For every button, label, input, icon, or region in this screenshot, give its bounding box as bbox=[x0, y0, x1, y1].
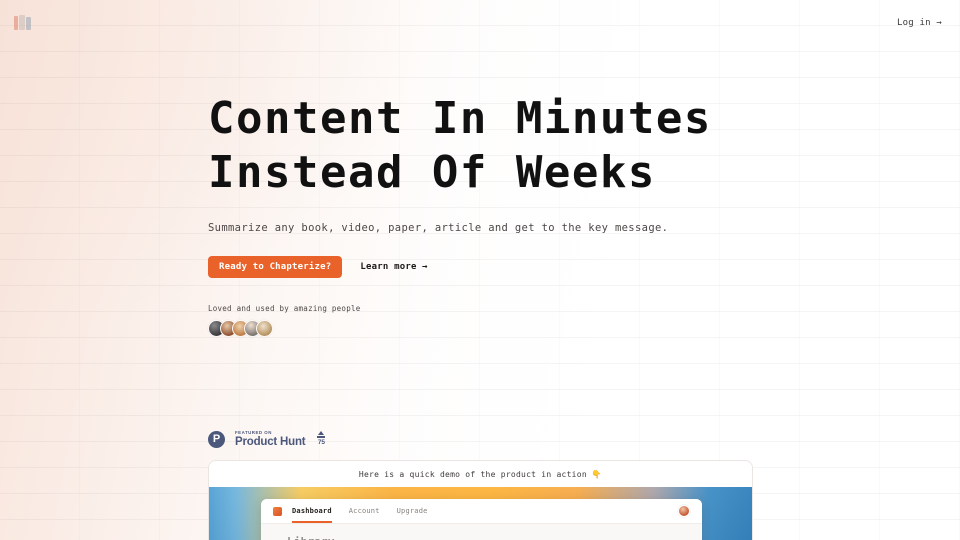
product-hunt-upvotes: 75 bbox=[317, 431, 326, 447]
product-hunt-logo-icon: P bbox=[208, 430, 225, 448]
avatar-group bbox=[208, 320, 828, 337]
upvote-caret-base bbox=[317, 436, 326, 438]
tab-upgrade[interactable]: Upgrade bbox=[397, 507, 428, 520]
tab-dashboard[interactable]: Dashboard bbox=[292, 507, 332, 523]
upvote-count: 75 bbox=[317, 438, 326, 446]
product-hunt-name: Product Hunt bbox=[235, 436, 306, 448]
logo-bar-left bbox=[14, 15, 18, 30]
upvote-caret-icon bbox=[318, 431, 325, 436]
headline-line-1: Content In Minutes bbox=[208, 93, 712, 144]
pointing-down-icon: 👇 bbox=[591, 469, 603, 479]
hero-section: Content In Minutes Instead Of Weeks Summ… bbox=[208, 92, 828, 337]
demo-caption: Here is a quick demo of the product in a… bbox=[209, 461, 752, 487]
tab-account[interactable]: Account bbox=[349, 507, 380, 520]
top-navigation-bar: Log in → bbox=[0, 0, 960, 46]
demo-caption-text: Here is a quick demo of the product in a… bbox=[358, 469, 587, 479]
social-proof: Loved and used by amazing people bbox=[208, 304, 828, 337]
app-body-heading: Library bbox=[287, 535, 676, 540]
app-navigation-bar: Dashboard Account Upgrade bbox=[261, 499, 702, 524]
logo-bar-middle bbox=[19, 14, 25, 30]
avatar bbox=[256, 320, 273, 337]
user-avatar-icon[interactable] bbox=[678, 505, 690, 517]
login-link[interactable]: Log in → bbox=[897, 18, 942, 28]
logo-bar-right bbox=[26, 16, 31, 30]
app-body: Library bbox=[261, 524, 702, 540]
headline-line-2: Instead Of Weeks bbox=[208, 147, 656, 198]
product-hunt-text: FEATURED ON Product Hunt bbox=[235, 430, 306, 448]
product-hunt-badge[interactable]: P FEATURED ON Product Hunt 75 bbox=[208, 430, 326, 448]
hero-subheadline: Summarize any book, video, paper, articl… bbox=[208, 222, 669, 234]
app-logo-icon bbox=[273, 506, 282, 516]
page-title: Content In Minutes Instead Of Weeks bbox=[208, 92, 828, 200]
learn-more-link[interactable]: Learn more → bbox=[360, 262, 427, 272]
chapterize-logo-icon[interactable] bbox=[14, 14, 31, 32]
hero-cta-row: Ready to Chapterize? Learn more → bbox=[208, 256, 828, 278]
app-mockup-panel: Dashboard Account Upgrade Library bbox=[261, 499, 702, 540]
social-proof-label: Loved and used by amazing people bbox=[208, 304, 361, 313]
landing-page: Log in → Content In Minutes Instead Of W… bbox=[0, 0, 960, 540]
demo-stage-backdrop: Dashboard Account Upgrade Library bbox=[209, 487, 752, 540]
product-demo-card: Here is a quick demo of the product in a… bbox=[208, 460, 753, 540]
ready-to-chapterize-button[interactable]: Ready to Chapterize? bbox=[208, 256, 343, 278]
